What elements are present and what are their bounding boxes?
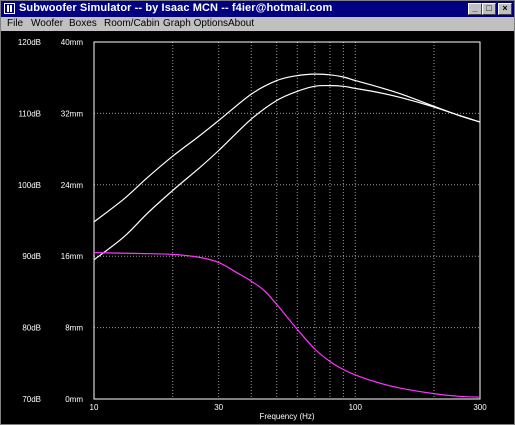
x-tick-label: 300 [473,403,487,412]
y-right-tick-label: 8mm [65,324,83,333]
y-right-tick-label: 32mm [61,109,84,118]
maximize-button[interactable]: □ [482,3,496,15]
y-right-tick-label: 16mm [61,252,84,261]
frequency-response-chart: 120dB 110dB 100dB 90dB 80dB 70dB 40mm 32mm 24mm 1… [18,38,487,421]
menu-woofer[interactable]: Woofer [31,18,63,29]
app-window: Subwoofer Simulator -- by Isaac MCN -- f… [0,0,515,425]
y-right-tick-label: 0mm [65,395,83,404]
title-bar[interactable]: Subwoofer Simulator -- by Isaac MCN -- f… [1,1,514,17]
x-tick-label: 100 [349,403,363,412]
excursion-curve [93,252,481,398]
y-left-tick-label: 100dB [18,181,41,190]
menu-about[interactable]: About [228,18,254,29]
y-left-tick-label: 90dB [22,252,41,261]
y-right-tick-label: 40mm [61,38,84,47]
x-tick-label: 10 [90,403,99,412]
menu-bar: File Woofer Boxes Room/Cabin Graph Optio… [1,17,514,31]
menu-room-cabin[interactable]: Room/Cabin [104,18,160,29]
y-right-tick-label: 24mm [61,181,84,190]
y-left-tick-label: 80dB [22,324,41,333]
y-left-tick-label: 110dB [18,109,41,118]
minimize-button[interactable]: _ [468,3,482,15]
app-icon[interactable] [4,3,15,14]
x-tick-label: 30 [214,403,223,412]
menu-boxes[interactable]: Boxes [69,18,97,29]
window-title: Subwoofer Simulator -- by Isaac MCN -- f… [19,2,333,14]
graph-area[interactable]: 120dB 110dB 100dB 90dB 80dB 70dB 40mm 32mm 24mm 1… [1,31,514,424]
menu-file[interactable]: File [7,18,23,29]
response-curve-1 [93,73,481,223]
response-curve-2 [93,84,481,261]
x-axis-label: Frequency (Hz) [259,412,314,421]
menu-graph-options[interactable]: Graph Options [163,18,228,29]
y-left-tick-label: 70dB [22,395,41,404]
y-left-tick-label: 120dB [18,38,41,47]
close-button[interactable]: × [498,3,512,15]
